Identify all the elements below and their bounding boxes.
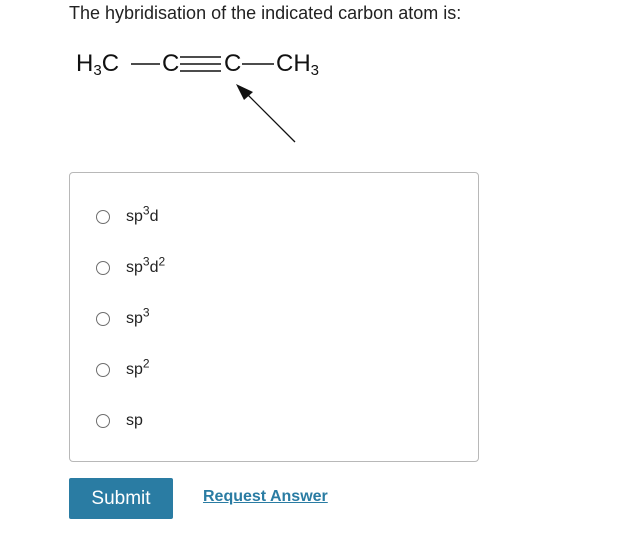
bond-lines — [131, 56, 296, 143]
option-label-base: sp — [126, 310, 143, 327]
option-sp2[interactable]: sp2 — [96, 358, 150, 382]
option-label-sup: 3 — [142, 254, 150, 269]
radio-button[interactable] — [96, 363, 110, 377]
option-label-sup2: 2 — [158, 254, 166, 269]
option-label-base: sp — [126, 208, 143, 225]
option-label: sp2 — [126, 358, 150, 379]
question-page: The hybridisation of the indicated carbo… — [0, 0, 634, 542]
molecule-structure: H3C C C CH3 — [76, 48, 336, 148]
answer-options: sp3d sp3d2 sp3 sp2 sp — [69, 172, 479, 462]
radio-button[interactable] — [96, 210, 110, 224]
option-sp3d[interactable]: sp3d — [96, 205, 159, 229]
question-text: The hybridisation of the indicated carbo… — [69, 3, 462, 23]
option-label: sp3 — [126, 307, 150, 328]
option-sp[interactable]: sp — [96, 409, 143, 433]
option-label-base: sp — [126, 412, 143, 429]
option-label: sp3d2 — [126, 256, 165, 277]
option-label-base: sp — [126, 259, 143, 276]
option-label-base: sp — [126, 361, 143, 378]
request-answer-link[interactable]: Request Answer — [203, 488, 328, 506]
radio-button[interactable] — [96, 261, 110, 275]
indicator-arrow-shaft — [245, 92, 296, 143]
option-sp3[interactable]: sp3 — [96, 307, 150, 331]
option-label: sp — [126, 412, 143, 430]
option-label: sp3d — [126, 205, 159, 226]
option-label-tail: d — [149, 259, 159, 276]
radio-button[interactable] — [96, 414, 110, 428]
option-label-sup: 2 — [142, 356, 150, 371]
option-label-sup: 3 — [142, 305, 150, 320]
option-label-sup: 3 — [142, 203, 150, 218]
option-sp3d2[interactable]: sp3d2 — [96, 256, 165, 280]
radio-button[interactable] — [96, 312, 110, 326]
submit-button[interactable]: Submit — [69, 478, 173, 519]
option-label-tail: d — [149, 208, 159, 225]
